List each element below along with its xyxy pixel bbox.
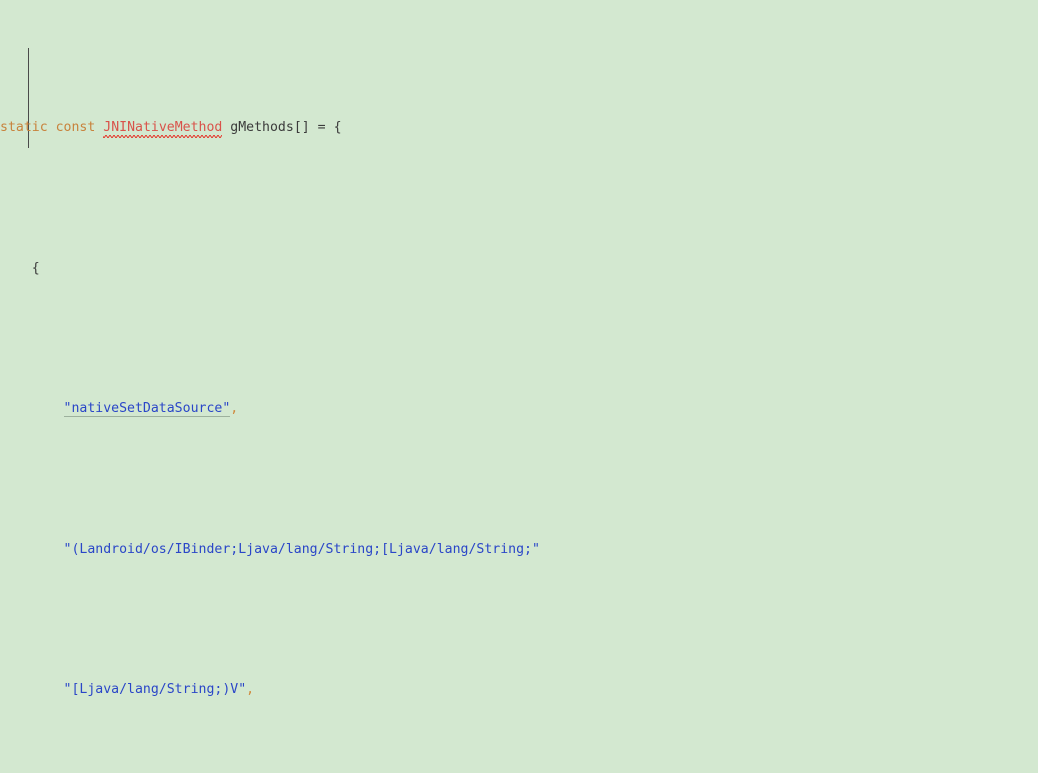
code-line-first-entry-sig2: "[Ljava/lang/String;)V", bbox=[0, 676, 1001, 704]
first-entry-method-name: "nativeSetDataSource" bbox=[63, 401, 231, 418]
first-entry-open-brace: { bbox=[31, 260, 40, 276]
code-line-entry-open: { bbox=[0, 255, 1001, 283]
variable-name-gmethods: gMethods bbox=[230, 120, 294, 136]
first-entry-signature-line2: "[Ljava/lang/String;)V" bbox=[63, 682, 247, 698]
first-entry-signature-line1: "(Landroid/os/IBinder;Ljava/lang/String;… bbox=[63, 541, 540, 557]
array-brackets: [] bbox=[293, 120, 310, 136]
open-brace: { bbox=[333, 120, 342, 136]
assign-operator: = bbox=[317, 120, 326, 136]
code-editor-viewport[interactable]: static const JNINativeMethod gMethods[] … bbox=[0, 0, 1038, 773]
code-content[interactable]: static const JNINativeMethod gMethods[] … bbox=[0, 0, 1001, 773]
comma: , bbox=[246, 682, 255, 698]
code-line-first-entry-name: "nativeSetDataSource", bbox=[0, 395, 1001, 423]
comma: , bbox=[230, 401, 239, 417]
keyword-static: static bbox=[0, 120, 48, 136]
code-line-first-entry-sig1: "(Landroid/os/IBinder;Ljava/lang/String;… bbox=[0, 536, 1001, 564]
type-name-jninativemethod: JNINativeMethod bbox=[103, 120, 223, 136]
keyword-const: const bbox=[55, 120, 96, 136]
code-line-declaration: static const JNINativeMethod gMethods[] … bbox=[0, 114, 1001, 142]
